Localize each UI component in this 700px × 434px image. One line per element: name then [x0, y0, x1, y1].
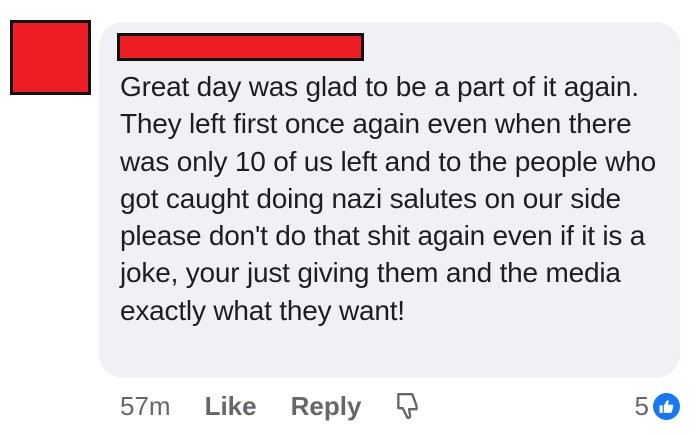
reaction-summary[interactable]: 5 — [635, 388, 680, 424]
like-button[interactable]: Like — [205, 391, 257, 422]
comment-actions: 57m Like Reply — [120, 386, 421, 426]
thumbs-down-icon[interactable] — [395, 391, 421, 421]
thumbs-up-icon — [653, 392, 680, 420]
author-name-redacted[interactable] — [117, 33, 364, 61]
reply-button[interactable]: Reply — [291, 391, 362, 422]
timestamp[interactable]: 57m — [120, 391, 171, 422]
comment-text: Great day was glad to be a part of it ag… — [120, 71, 657, 326]
avatar[interactable] — [10, 20, 91, 95]
reaction-count: 5 — [634, 390, 649, 421]
